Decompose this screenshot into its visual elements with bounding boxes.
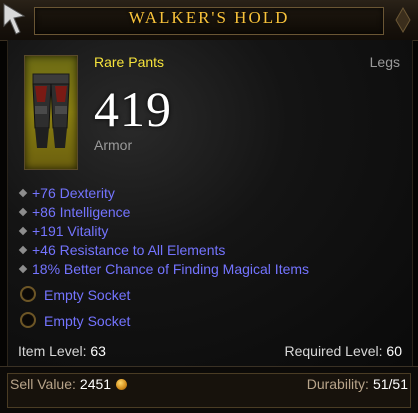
socket-label: Empty Socket <box>44 313 131 329</box>
empty-socket-icon <box>20 312 36 328</box>
affix-list: +76 Dexterity +86 Intelligence +191 Vita… <box>18 184 309 279</box>
tooltip-header: WALKER'S HOLD <box>0 0 418 41</box>
affix-text: 18% Better Chance of Finding Magical Ite… <box>32 261 310 277</box>
item-level: Item Level: 63 <box>18 343 106 359</box>
required-level-value: 60 <box>386 343 402 359</box>
affix-item: +191 Vitality <box>18 222 309 241</box>
bullet-icon <box>18 188 28 198</box>
pants-item-icon <box>24 55 78 170</box>
sell-value: Sell Value: 2451 <box>10 376 128 392</box>
pants-graphic <box>32 73 70 148</box>
required-level-label: Required Level: <box>284 343 383 359</box>
socket-slot: Empty Socket <box>20 310 130 336</box>
affix-text: +76 Dexterity <box>32 185 115 201</box>
affix-text: +46 Resistance to All Elements <box>32 242 226 258</box>
armor-label: Armor <box>94 137 133 153</box>
sell-value-amount: 2451 <box>79 376 112 392</box>
armor-value: 419 <box>94 81 172 137</box>
affix-item: +46 Resistance to All Elements <box>18 241 309 260</box>
socket-list: Empty Socket Empty Socket <box>20 284 130 336</box>
affix-item: +76 Dexterity <box>18 184 309 203</box>
gold-coin-icon <box>116 379 128 390</box>
bullet-icon <box>18 245 28 255</box>
durability-value: 51/51 <box>372 376 408 392</box>
bullet-icon <box>18 226 28 236</box>
socket-label: Empty Socket <box>44 287 131 303</box>
item-tooltip: WALKER'S HOLD Rare Pants Legs 419 Armor <box>0 0 418 413</box>
header-ornament-icon <box>395 7 411 33</box>
affix-item: +86 Intelligence <box>18 203 309 222</box>
required-level: Required Level: 60 <box>284 343 402 359</box>
durability-label: Durability: <box>306 376 369 392</box>
affix-text: +86 Intelligence <box>32 204 131 220</box>
tooltip-body: Rare Pants Legs 419 Armor +76 Dexterity … <box>7 40 413 366</box>
item-level-value: 63 <box>90 343 106 359</box>
item-name: WALKER'S HOLD <box>128 8 290 27</box>
bullet-icon <box>18 264 28 274</box>
item-type: Rare Pants <box>94 54 165 70</box>
affix-item: 18% Better Chance of Finding Magical Ite… <box>18 260 309 279</box>
empty-socket-icon <box>20 286 36 302</box>
tooltip-footer: Sell Value: 2451 Durability: 51/51 <box>0 366 418 413</box>
bullet-icon <box>18 207 28 217</box>
socket-slot: Empty Socket <box>20 284 130 310</box>
affix-text: +191 Vitality <box>32 223 109 239</box>
item-level-label: Item Level: <box>18 343 87 359</box>
sell-value-label: Sell Value: <box>10 376 76 392</box>
durability: Durability: 51/51 <box>307 376 408 392</box>
item-slot: Legs <box>369 54 400 70</box>
